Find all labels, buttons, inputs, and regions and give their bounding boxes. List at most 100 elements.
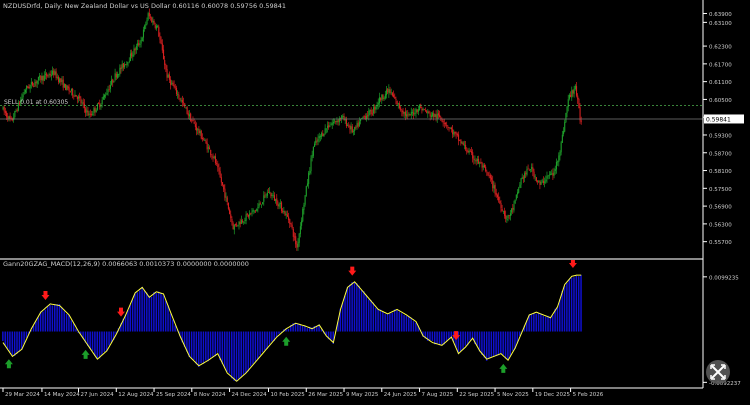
- candle-body: [253, 210, 255, 212]
- macd-bar: [153, 292, 155, 332]
- candle-body: [39, 75, 41, 78]
- macd-bar: [103, 331, 106, 353]
- candle-body: [293, 236, 296, 238]
- expand-arrows-icon[interactable]: [706, 360, 730, 384]
- candle-body: [526, 169, 528, 175]
- candle-body: [459, 140, 461, 141]
- candle-body: [568, 94, 570, 99]
- candle-body: [240, 220, 242, 224]
- candle-body: [55, 71, 57, 78]
- candle-body: [27, 86, 29, 88]
- macd-bar: [219, 331, 221, 361]
- candle-body: [181, 100, 183, 103]
- candle-body: [559, 151, 561, 157]
- candle-body: [120, 67, 122, 70]
- candle-body: [504, 211, 506, 216]
- candle-body: [188, 114, 191, 117]
- candle-body: [327, 125, 329, 128]
- candle-body: [306, 183, 309, 186]
- candle-body: [178, 94, 180, 98]
- candle-body: [373, 107, 375, 114]
- candle-body: [252, 209, 254, 212]
- candle-body: [250, 212, 252, 214]
- macd-bar: [89, 331, 91, 349]
- candle-body: [334, 120, 336, 122]
- macd-bar: [412, 321, 415, 332]
- candle-body: [107, 89, 109, 93]
- candle-body: [50, 74, 52, 76]
- candle-body: [234, 224, 237, 226]
- buy-arrow-icon: [81, 349, 90, 359]
- candle-body: [46, 73, 48, 77]
- macd-bar: [566, 282, 568, 332]
- macd-bar: [238, 331, 240, 379]
- candle-body: [493, 185, 495, 189]
- candle-body: [429, 113, 431, 117]
- candle-body: [203, 139, 205, 141]
- candle-body: [414, 113, 416, 114]
- time-tick-label: 5 Feb 2026: [573, 392, 604, 398]
- time-tick-label: 26 Mar 2025: [308, 392, 343, 398]
- candle-body: [419, 104, 421, 110]
- candle-body: [142, 29, 145, 38]
- candle-body: [561, 134, 563, 143]
- sell-arrow-icon: [117, 307, 125, 317]
- candle-body: [324, 128, 326, 134]
- chart-title: NZDUSDrfd, Daily: New Zealand Dollar vs …: [3, 2, 286, 10]
- candle-body: [321, 133, 323, 137]
- candle-body: [269, 191, 271, 194]
- macd-bar: [481, 331, 483, 355]
- candle-body: [423, 109, 425, 111]
- macd-bar: [577, 276, 580, 332]
- macd-bar: [268, 331, 271, 345]
- candle-body: [219, 171, 221, 178]
- candle-body: [368, 110, 370, 117]
- macd-bar: [247, 331, 250, 372]
- candle-body: [462, 142, 464, 146]
- macd-bar: [240, 331, 242, 378]
- candle-body: [91, 114, 93, 115]
- candle-body: [456, 133, 458, 136]
- price-panel: [0, 8, 703, 251]
- candle-body: [85, 108, 87, 113]
- candle-body: [443, 123, 445, 124]
- macd-bar: [549, 316, 552, 332]
- time-tick-label: 9 May 2025: [346, 392, 379, 398]
- macd-bar: [556, 307, 559, 332]
- candle-body: [434, 113, 436, 117]
- candle-body: [312, 146, 314, 156]
- candle-body: [487, 172, 489, 176]
- candle-body: [538, 181, 540, 183]
- candle-body: [314, 143, 316, 147]
- candle-body: [303, 204, 305, 210]
- candle-body: [468, 150, 470, 153]
- macd-bar: [58, 303, 61, 332]
- candle-body: [315, 140, 317, 143]
- candle-body: [580, 120, 582, 122]
- candle-body: [432, 112, 434, 117]
- price-tick-label: 0.58700: [709, 151, 732, 157]
- candle-body: [291, 224, 293, 229]
- macd-bar: [441, 331, 443, 345]
- candle-body: [398, 103, 401, 109]
- candle-body: [198, 129, 200, 134]
- candle-body: [566, 106, 568, 114]
- macd-bar: [221, 331, 224, 364]
- buy-arrow-icon: [499, 363, 508, 373]
- candle-body: [570, 95, 572, 97]
- candle-body: [191, 120, 193, 122]
- candle-body: [404, 111, 406, 116]
- candle-body: [141, 37, 143, 42]
- candle-body: [542, 180, 545, 183]
- macd-bar: [150, 296, 153, 332]
- candle-body: [231, 218, 233, 223]
- macd-bar: [575, 275, 578, 332]
- candle-body: [512, 207, 514, 210]
- candle-body: [116, 73, 119, 78]
- macd-bar: [382, 311, 384, 332]
- candle-body: [237, 225, 239, 227]
- chart-canvas[interactable]: 0.63900 0.63100 0.62300 0.61700 0.61100 0.605…: [0, 0, 750, 401]
- macd-bar: [94, 331, 96, 357]
- candle-body: [207, 147, 209, 149]
- macd-bar: [393, 309, 396, 332]
